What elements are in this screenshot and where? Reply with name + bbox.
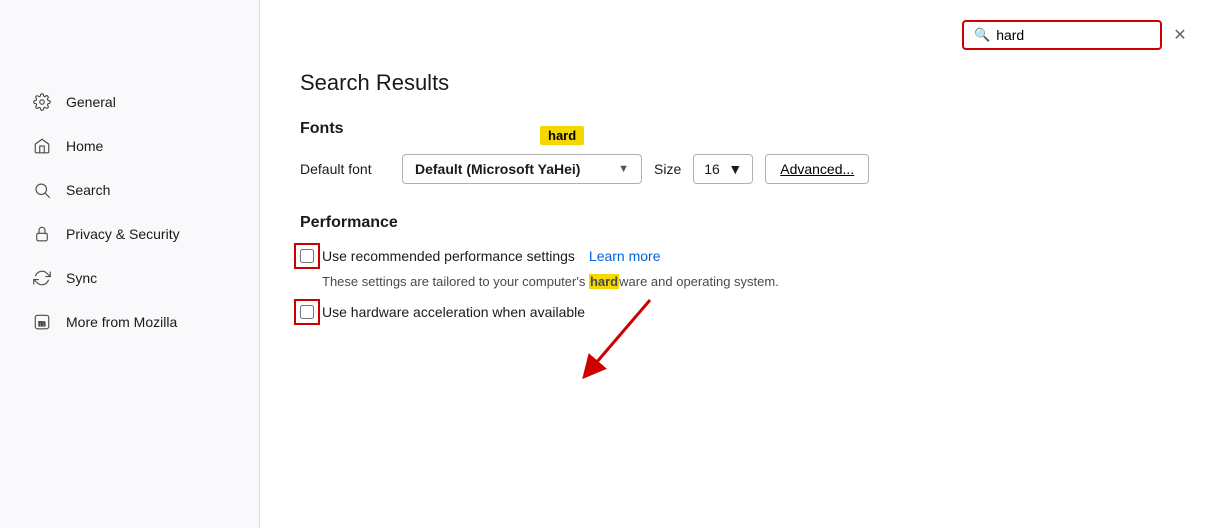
chevron-down-icon: ▼ — [618, 163, 629, 175]
learn-more-link[interactable]: Learn more — [589, 248, 661, 264]
hard-highlight-inline: hard — [589, 274, 619, 289]
advanced-label: Advanced... — [780, 161, 854, 177]
sidebar: General Home Search — [0, 0, 260, 528]
sidebar-item-mozilla[interactable]: m More from Mozilla — [8, 302, 251, 342]
performance-section-title: Performance — [300, 214, 1172, 232]
font-dropdown[interactable]: Default (Microsoft YaHei) ▼ — [402, 154, 642, 184]
search-input[interactable] — [996, 27, 1150, 43]
performance-section: Performance Use recommended performance … — [300, 214, 1172, 320]
sidebar-label-privacy: Privacy & Security — [66, 226, 180, 242]
sync-icon — [32, 268, 52, 288]
description-text: These settings are tailored to your comp… — [322, 272, 1172, 292]
size-dropdown[interactable]: 16 ▼ — [693, 154, 753, 184]
gear-icon — [32, 92, 52, 112]
home-icon — [32, 136, 52, 156]
description-suffix: ware and operating system. — [619, 274, 779, 289]
description-prefix: These settings are tailored to your comp… — [322, 274, 589, 289]
lock-icon — [32, 224, 52, 244]
size-value: 16 — [704, 161, 720, 177]
font-row: hard Default font Default (Microsoft YaH… — [300, 154, 1172, 184]
search-bar-area: 🔍 ✕ — [962, 20, 1192, 50]
sidebar-item-general[interactable]: General — [8, 82, 251, 122]
sidebar-item-sync[interactable]: Sync — [8, 258, 251, 298]
main-content: 🔍 ✕ Search Results Fonts hard Default fo… — [260, 0, 1212, 528]
sidebar-item-home[interactable]: Home — [8, 126, 251, 166]
fonts-section: Fonts hard Default font Default (Microso… — [300, 120, 1172, 184]
clear-search-button[interactable]: ✕ — [1168, 23, 1192, 47]
sidebar-label-mozilla: More from Mozilla — [66, 314, 177, 330]
checkbox2-wrapper: Use hardware acceleration when available — [300, 304, 585, 320]
sidebar-item-search[interactable]: Search — [8, 170, 251, 210]
page-title: Search Results — [300, 70, 1172, 96]
checkbox2-label: Use hardware acceleration when available — [322, 304, 585, 320]
default-font-label: Default font — [300, 161, 390, 177]
font-dropdown-value: Default (Microsoft YaHei) — [415, 161, 580, 177]
search-input-wrapper: 🔍 — [962, 20, 1162, 50]
sidebar-item-privacy[interactable]: Privacy & Security — [8, 214, 251, 254]
checkbox1-label: Use recommended performance settings — [322, 248, 575, 264]
fonts-section-title: Fonts — [300, 120, 1172, 138]
hardware-acceleration-row: Use hardware acceleration when available — [300, 304, 1172, 320]
hard-highlight-tooltip: hard — [540, 126, 584, 145]
search-nav-icon — [32, 180, 52, 200]
sidebar-label-sync: Sync — [66, 270, 97, 286]
search-icon: 🔍 — [974, 27, 990, 43]
advanced-button[interactable]: Advanced... — [765, 154, 869, 184]
size-chevron-icon: ▼ — [728, 161, 742, 177]
recommended-settings-row: Use recommended performance settings Lea… — [300, 248, 1172, 264]
recommended-settings-checkbox[interactable] — [300, 249, 314, 263]
sidebar-label-home: Home — [66, 138, 103, 154]
checkbox1-wrapper: Use recommended performance settings — [300, 248, 575, 264]
svg-text:m: m — [38, 319, 45, 328]
size-label: Size — [654, 161, 681, 177]
sidebar-label-general: General — [66, 94, 116, 110]
mozilla-icon: m — [32, 312, 52, 332]
sidebar-label-search: Search — [66, 182, 110, 198]
hardware-acceleration-checkbox[interactable] — [300, 305, 314, 319]
